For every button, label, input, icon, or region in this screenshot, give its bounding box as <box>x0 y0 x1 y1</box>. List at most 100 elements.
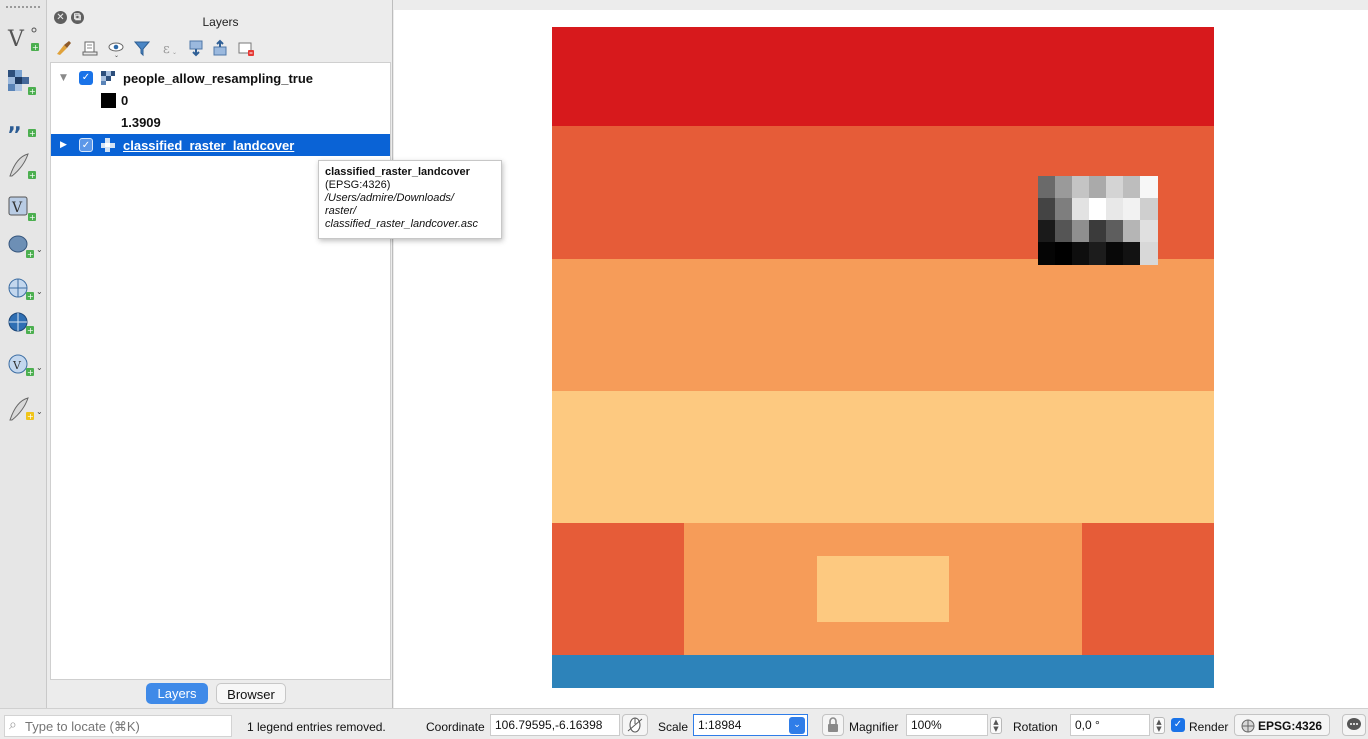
rotation-field[interactable]: 0,0 ° <box>1070 714 1150 736</box>
expand-arrow-icon[interactable]: ▶ <box>60 140 67 150</box>
map-canvas[interactable] <box>394 10 1368 708</box>
locator-bar[interactable]: ⌕ <box>4 715 232 737</box>
toggle-extents-button[interactable] <box>622 714 648 736</box>
new-delimited-text-layer-icon[interactable]: ,, + <box>4 108 44 140</box>
raster-layer-icon <box>101 71 115 85</box>
add-wfs-layer-icon[interactable]: V + ⌄ <box>4 350 44 382</box>
scale-dropdown-icon[interactable]: ⌄ <box>789 717 805 734</box>
svg-text:⌄: ⌄ <box>114 52 119 58</box>
tab-browser[interactable]: Browser <box>216 683 286 704</box>
panel-titlebar: ✕ ⧉ Layers <box>48 0 393 34</box>
svg-text:+: + <box>27 412 34 421</box>
add-group-icon[interactable] <box>80 38 100 58</box>
legend-gradient-swatch <box>101 93 116 108</box>
layer-row-people-allow-resampling-true[interactable]: ▼ ✓ people_allow_resampling_true <box>51 67 390 89</box>
collapse-all-icon[interactable] <box>210 38 230 58</box>
svg-text:V: V <box>7 27 25 52</box>
population-raster-overlay <box>1038 176 1158 265</box>
crs-button[interactable]: EPSG:4326 <box>1234 714 1330 736</box>
svg-text:+: + <box>27 292 34 301</box>
layer-name: people_allow_resampling_true <box>123 71 314 86</box>
new-spatialite-layer-icon[interactable]: + <box>4 150 44 182</box>
filter-legend-icon[interactable] <box>132 38 152 58</box>
qgis-window: V + + ,, + + V + + ⌄ + ⌄ + V + ⌄ + ⌄ ✕ ⧉… <box>0 0 1368 739</box>
svg-text:ε: ε <box>163 42 170 57</box>
raster-cell-left <box>552 523 684 655</box>
raster-band-light-orange <box>552 391 1214 523</box>
mouse-icon <box>627 717 643 733</box>
render-checkbox[interactable]: ✓ <box>1171 718 1185 732</box>
legend-max-value: 1.3909 <box>121 115 161 130</box>
panel-title: Layers <box>202 15 239 29</box>
raster-cell-center <box>817 556 949 622</box>
svg-text:⌄: ⌄ <box>36 245 43 254</box>
svg-text:⌄: ⌄ <box>36 363 43 372</box>
collapse-arrow-icon[interactable]: ▼ <box>60 73 67 83</box>
message-bubble-icon <box>1347 718 1361 730</box>
globe-icon <box>1241 719 1255 733</box>
raster-cell-right <box>1082 523 1214 655</box>
add-wcs-layer-icon[interactable]: + <box>4 308 44 340</box>
locator-input[interactable] <box>25 718 225 734</box>
rotation-label: Rotation <box>1013 720 1058 734</box>
tooltip-path-line: /Users/admire/Downloads/ <box>325 192 454 204</box>
new-temporary-scratch-layer-icon[interactable]: + ⌄ <box>4 394 44 426</box>
layers-panel: ✕ ⧉ Layers ⌄ ε ⌄ ▼ ✓ people_allow_resamp… <box>48 0 393 708</box>
layers-panel-toolbar: ⌄ ε ⌄ <box>48 34 393 62</box>
layer-tree: ▼ ✓ people_allow_resampling_true 0 1.390… <box>50 62 391 680</box>
legend-min-value: 0 <box>121 93 129 108</box>
status-message: 1 legend entries removed. <box>247 720 386 734</box>
lock-scale-button[interactable] <box>822 714 844 736</box>
toolbar-grip[interactable] <box>6 6 40 10</box>
raster-layer-icon <box>101 138 115 152</box>
svg-text:⌄: ⌄ <box>36 407 43 416</box>
magnifier-stepper[interactable]: ▲ ▼ <box>990 717 1002 734</box>
layer-row-classified-raster-landcover[interactable]: ▶ ✓ classified_raster_landcover <box>51 134 390 156</box>
svg-text:⌄: ⌄ <box>172 49 177 56</box>
add-postgis-layer-icon[interactable]: + ⌄ <box>4 232 44 264</box>
coordinate-field[interactable]: 106.79595,-6.16398 <box>490 714 620 736</box>
raster-band-blue <box>552 655 1214 688</box>
svg-text:+: + <box>29 213 36 222</box>
tooltip-crs: (EPSG:4326) <box>325 179 391 191</box>
layer-visibility-checkbox[interactable]: ✓ <box>79 138 93 152</box>
remove-layer-icon[interactable] <box>236 38 256 58</box>
messages-button[interactable] <box>1342 714 1366 736</box>
svg-text:+: + <box>29 129 36 138</box>
svg-text:V: V <box>12 359 22 372</box>
new-vector-layer-icon[interactable]: V + <box>4 22 44 54</box>
scale-label: Scale <box>658 720 689 734</box>
tooltip-path-line: classified_raster_landcover.asc <box>325 218 479 230</box>
status-bar: ⌕ 1 legend entries removed. Coordinate 1… <box>0 708 1368 739</box>
expand-all-icon[interactable] <box>186 38 206 58</box>
svg-text:,: , <box>14 111 22 135</box>
svg-text:⌄: ⌄ <box>36 287 43 296</box>
open-layer-styling-icon[interactable] <box>54 38 74 58</box>
tooltip-path-line: raster/ <box>325 205 357 217</box>
svg-text:+: + <box>27 250 34 259</box>
layer-name: classified_raster_landcover <box>123 138 295 153</box>
magnifier-field[interactable]: 100% <box>906 714 988 736</box>
crs-label: EPSG:4326 <box>1258 719 1323 733</box>
new-virtual-layer-icon[interactable]: V + <box>4 192 44 224</box>
tab-layers[interactable]: Layers <box>146 683 208 704</box>
tooltip-layer-name: classified_raster_landcover <box>325 166 470 178</box>
magnifier-label: Magnifier <box>849 720 899 734</box>
raster-band-red <box>552 27 1214 126</box>
render-label: Render <box>1189 720 1229 734</box>
add-wms-layer-icon[interactable]: + ⌄ <box>4 274 44 306</box>
layer-visibility-checkbox[interactable]: ✓ <box>79 71 93 85</box>
svg-text:+: + <box>27 326 34 335</box>
layer-tooltip: classified_raster_landcover (EPSG:4326) … <box>318 160 502 239</box>
rotation-stepper[interactable]: ▲ ▼ <box>1153 717 1165 734</box>
data-source-toolbar: V + + ,, + + V + + ⌄ + ⌄ + V + ⌄ + ⌄ <box>0 0 47 708</box>
manage-visibility-icon[interactable]: ⌄ <box>106 38 126 59</box>
raster-band-orange <box>552 259 1214 391</box>
filter-by-expression-icon[interactable]: ε ⌄ <box>160 38 180 58</box>
svg-text:+: + <box>32 43 39 52</box>
lock-icon <box>828 717 838 732</box>
search-icon: ⌕ <box>9 717 17 733</box>
coordinate-label: Coordinate <box>426 720 485 734</box>
new-raster-layer-icon[interactable]: + <box>4 66 44 98</box>
svg-text:+: + <box>27 368 34 377</box>
